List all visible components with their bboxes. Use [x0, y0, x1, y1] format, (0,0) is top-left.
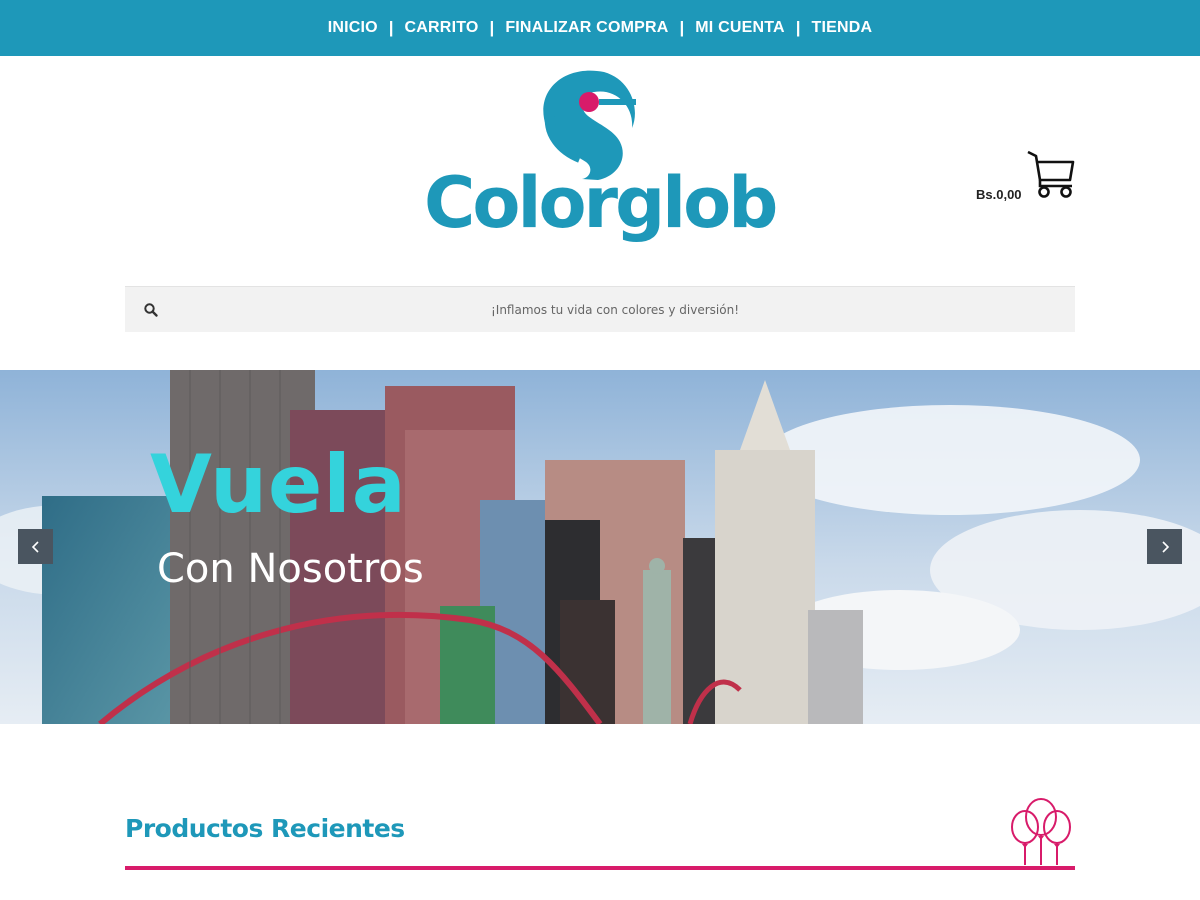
site-logo[interactable]: Colorglob [424, 66, 778, 264]
recent-products-title: Productos Recientes [125, 814, 405, 843]
nav-item-finalizar-compra[interactable]: FINALIZAR COMPRA [494, 19, 679, 37]
balloons-icon [1011, 798, 1071, 865]
search-input[interactable] [175, 287, 1055, 333]
search-icon[interactable] [143, 302, 159, 318]
slider-prev-button[interactable] [18, 529, 53, 564]
chevron-right-icon [1161, 540, 1169, 553]
nav-item-mi-cuenta[interactable]: MI CUENTA [684, 19, 796, 37]
hero-subtitle: Con Nosotros [157, 546, 424, 592]
nav-item-inicio[interactable]: INICIO [317, 19, 389, 37]
nav-menu: INICIO | CARRITO | FINALIZAR COMPRA | MI… [317, 18, 884, 38]
header-cart[interactable]: Bs.0,00 [970, 150, 1080, 206]
shopping-cart-icon [1027, 150, 1075, 198]
cart-total: Bs.0,00 [976, 187, 1022, 202]
search-bar [125, 286, 1075, 333]
chevron-left-icon [31, 540, 39, 553]
top-navigation: INICIO | CARRITO | FINALIZAR COMPRA | MI… [0, 0, 1200, 56]
logo-wordmark: Colorglob [424, 162, 778, 244]
hero-slider: Vuela Con Nosotros [0, 370, 1200, 724]
nav-item-tienda[interactable]: TIENDA [801, 19, 884, 37]
slider-next-button[interactable] [1147, 529, 1182, 564]
hero-title: Vuela [150, 438, 407, 531]
nav-item-carrito[interactable]: CARRITO [394, 19, 490, 37]
section-divider [125, 866, 1075, 870]
